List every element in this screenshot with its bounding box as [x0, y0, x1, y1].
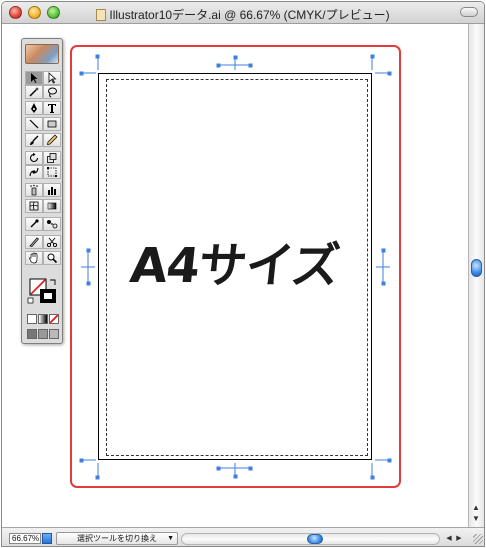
trim-handle — [370, 475, 375, 480]
none-mode-icon[interactable] — [49, 314, 59, 324]
magic-wand-tool-icon[interactable] — [25, 85, 43, 99]
trim-handle — [370, 54, 375, 59]
tool-row — [25, 101, 61, 115]
illustrator-logo[interactable] — [25, 44, 59, 64]
symbol-sprayer-tool-icon[interactable] — [25, 183, 43, 197]
selection-tool-icon[interactable] — [25, 71, 43, 85]
trim-handle — [387, 71, 392, 76]
tool-row — [25, 217, 61, 231]
tool-row — [25, 133, 61, 147]
eyedropper-tool-icon[interactable] — [25, 217, 43, 231]
trim-handle — [381, 281, 386, 286]
stroke-swatch-inner — [44, 293, 52, 299]
tool-row — [25, 117, 61, 131]
tools-palette[interactable] — [21, 38, 63, 344]
tool-row — [25, 165, 61, 179]
scroll-down-arrow-icon[interactable]: ▼ — [471, 514, 481, 524]
tool-row — [25, 199, 61, 213]
full-screen-menubar-mode-icon[interactable] — [38, 329, 48, 339]
trim-handle — [233, 55, 238, 60]
toolbar-toggle-button[interactable] — [460, 7, 478, 17]
trim-handle — [381, 248, 386, 253]
trim-handle — [95, 54, 100, 59]
window-title-text: Illustrator10データ.ai @ 66.67% (CMYK/プレビュー… — [109, 8, 390, 22]
title-bar[interactable]: Illustrator10データ.ai @ 66.67% (CMYK/プレビュー… — [2, 2, 484, 24]
vertical-scrollbar[interactable]: ▲ ▼ — [468, 24, 484, 527]
pen-tool-icon[interactable] — [25, 101, 43, 115]
blend-tool-icon[interactable] — [43, 217, 61, 231]
fill-stroke-swatch[interactable] — [26, 277, 60, 305]
scroll-right-arrow-icon[interactable]: ▶ — [455, 534, 463, 542]
swap-colors-icon[interactable] — [50, 279, 56, 285]
tool-row — [25, 151, 61, 165]
gradient-tool-icon[interactable] — [43, 199, 61, 213]
vertical-scroll-thumb[interactable] — [471, 259, 482, 277]
illustrator-document-window: Illustrator10データ.ai @ 66.67% (CMYK/プレビュー… — [1, 1, 485, 547]
zoom-tool-icon[interactable] — [43, 251, 61, 265]
tool-row — [25, 71, 61, 85]
trim-handle — [248, 63, 253, 68]
paintbrush-tool-icon[interactable] — [25, 133, 43, 147]
tool-row — [25, 235, 61, 249]
zoom-menu-button[interactable] — [42, 533, 52, 544]
direct-selection-tool-icon[interactable] — [43, 71, 61, 85]
type-tool-icon[interactable] — [43, 101, 61, 115]
tool-row — [25, 251, 61, 265]
slice-tool-icon[interactable] — [25, 235, 43, 249]
warp-tool-icon[interactable] — [25, 165, 43, 179]
standard-screen-mode-icon[interactable] — [27, 329, 37, 339]
status-bar: 66.67% 選択ツールを切り換え ▼ ◀ ▶ — [2, 527, 484, 546]
trim-marks — [79, 54, 392, 480]
color-mode-icon[interactable] — [27, 314, 37, 324]
color-mode-row — [27, 314, 59, 325]
free-transform-tool-icon[interactable] — [43, 165, 61, 179]
status-bar-select[interactable]: 選択ツールを切り換え ▼ — [56, 532, 178, 545]
status-select-label: 選択ツールを切り換え — [77, 534, 157, 543]
resize-grip-icon[interactable] — [473, 534, 483, 544]
zoom-level-field[interactable]: 66.67% — [9, 533, 41, 544]
scroll-up-arrow-icon[interactable]: ▲ — [471, 503, 481, 513]
trim-handle — [387, 458, 392, 463]
document-canvas[interactable]: A4サイズ — [2, 24, 469, 527]
window-title: Illustrator10データ.ai @ 66.67% (CMYK/プレビュー… — [2, 6, 484, 23]
trim-handle — [95, 475, 100, 480]
line-tool-icon[interactable] — [25, 117, 43, 131]
horizontal-scroll-thumb[interactable] — [307, 534, 323, 544]
scale-tool-icon[interactable] — [43, 151, 61, 165]
hand-tool-icon[interactable] — [25, 251, 43, 265]
tool-row — [25, 85, 61, 99]
scroll-left-arrow-icon[interactable]: ◀ — [445, 534, 453, 542]
trim-handle — [79, 458, 84, 463]
scissors-tool-icon[interactable] — [43, 235, 61, 249]
trim-handle — [216, 466, 221, 471]
lasso-tool-icon[interactable] — [43, 85, 61, 99]
trim-handle — [86, 281, 91, 286]
mesh-tool-icon[interactable] — [25, 199, 43, 213]
chevron-down-icon: ▼ — [167, 535, 174, 542]
gradient-mode-icon[interactable] — [38, 314, 48, 324]
column-graph-tool-icon[interactable] — [43, 183, 61, 197]
trim-handle — [86, 248, 91, 253]
horizontal-scrollbar[interactable] — [181, 533, 440, 545]
trim-handle — [248, 466, 253, 471]
rectangle-tool-icon[interactable] — [43, 117, 61, 131]
document-icon — [96, 9, 107, 21]
screen-mode-row — [27, 329, 59, 340]
trim-handle — [233, 474, 238, 479]
full-screen-mode-icon[interactable] — [49, 329, 59, 339]
trim-handle — [216, 63, 221, 68]
pencil-tool-icon[interactable] — [43, 133, 61, 147]
rotate-tool-icon[interactable] — [25, 151, 43, 165]
default-colors-icon[interactable] — [27, 297, 34, 304]
trim-handle — [79, 71, 84, 76]
tool-row — [25, 183, 61, 197]
